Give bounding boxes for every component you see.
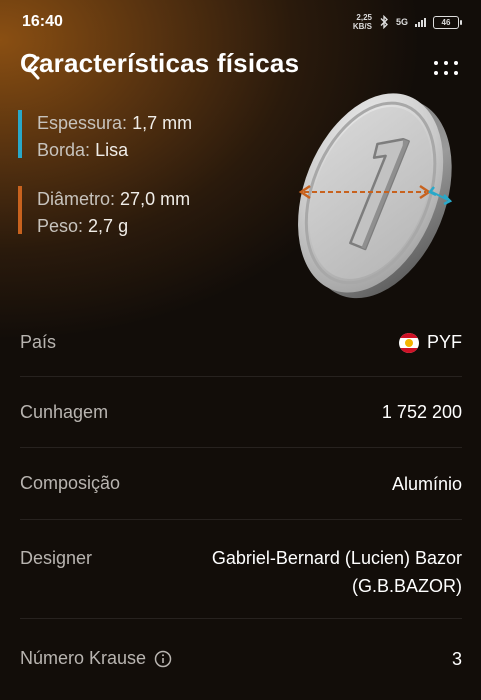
physical-specs: Espessura: 1,7 mm Borda: Lisa Diâmetro: …: [18, 110, 192, 262]
status-bar: 16:40 2,25 KB/S 5G 46: [0, 0, 481, 44]
page-title: Características físicas: [20, 48, 300, 78]
signal-icon: [415, 17, 426, 27]
spec-group-diameter-weight: Diâmetro: 27,0 mm Peso: 2,7 g: [18, 186, 192, 240]
info-icon[interactable]: [154, 650, 172, 668]
header: Características físicas: [0, 44, 481, 88]
designer-name: Gabriel-Bernard (Lucien) Bazor: [211, 548, 462, 568]
country-value: PYF: [426, 332, 462, 352]
row-composition: Composição Alumínio: [20, 448, 462, 520]
french-polynesia-flag-icon: [398, 333, 419, 354]
row-mintage: Cunhagem 1 752 200: [20, 377, 462, 448]
composition-label: Composição: [20, 473, 121, 493]
status-icons: 2,25 KB/S 5G 46: [352, 13, 462, 31]
net-speed: 2,25 KB/S: [352, 13, 372, 31]
network-type: 5G: [395, 17, 408, 27]
designer-signature: (G.B.BAZOR): [351, 576, 462, 596]
bluetooth-icon: [380, 15, 388, 29]
coin-illustration: 1: [298, 93, 453, 299]
spec-thickness: Espessura: 1,7 mm: [37, 113, 193, 133]
country-label: País: [20, 331, 57, 352]
designer-label: Designer: [20, 548, 93, 568]
krause-value: 3: [451, 648, 462, 669]
spec-diameter: Diâmetro: 27,0 mm: [37, 189, 191, 209]
mintage-value: 1 752 200: [381, 402, 462, 422]
battery-level: 46: [441, 17, 451, 27]
details-list: País PYF Cunhagem 1 752 200 Composição A…: [20, 308, 462, 698]
spec-group-thickness-edge: Espessura: 1,7 mm Borda: Lisa: [18, 110, 192, 164]
spec-edge: Borda: Lisa: [37, 140, 129, 160]
more-options-icon[interactable]: [433, 60, 459, 76]
battery-icon: 46: [433, 15, 462, 29]
spec-accent-bar: [18, 110, 22, 158]
status-time: 16:40: [22, 13, 63, 30]
row-designer[interactable]: Designer Gabriel-Bernard (Lucien) Bazor …: [20, 520, 462, 619]
country-value-wrap: PYF: [398, 328, 462, 356]
mintage-label: Cunhagem: [20, 401, 109, 422]
spec-weight: Peso: 2,7 g: [37, 216, 129, 236]
composition-value: Alumínio: [391, 473, 462, 494]
row-country[interactable]: País PYF: [20, 308, 462, 377]
designer-value: Gabriel-Bernard (Lucien) Bazor (G.B.BAZO…: [212, 544, 462, 600]
krause-label-wrap: Número Krause: [20, 648, 172, 669]
row-krause: Número Krause 3: [20, 619, 462, 698]
spec-accent-bar: [18, 186, 22, 234]
krause-label: Número Krause: [20, 648, 147, 668]
